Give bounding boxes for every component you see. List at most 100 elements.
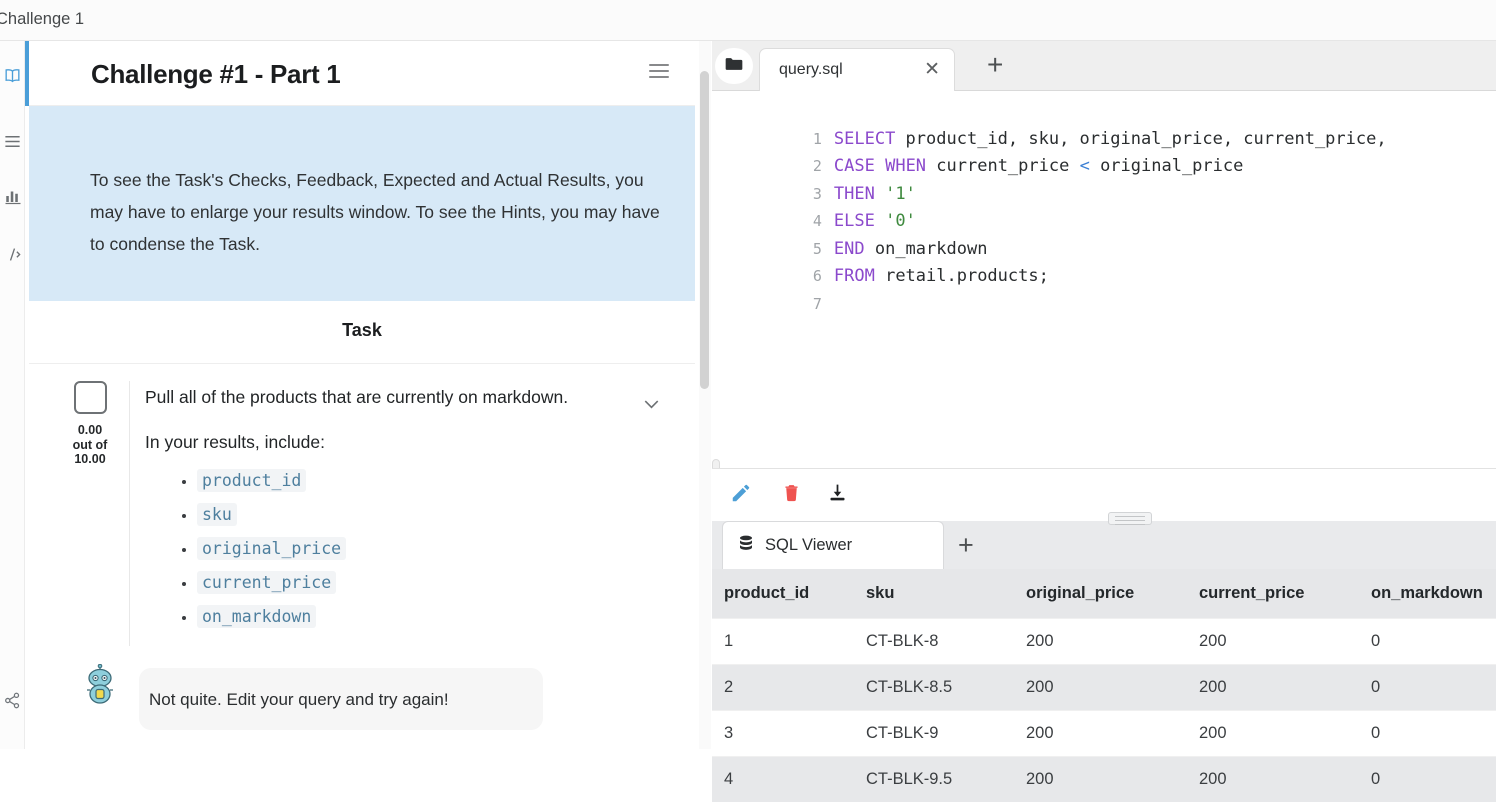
cell-original-price: 200: [1014, 665, 1187, 711]
table-body: 1 CT-BLK-8 200 200 0 2 CT-BLK-8.5 200 20…: [712, 619, 1496, 802]
feedback-text: Not quite. Edit your query and try again…: [149, 690, 449, 710]
task-section-label: Task: [29, 320, 695, 341]
cell-current-price: 200: [1187, 665, 1359, 711]
cell-product-id: 4: [712, 757, 854, 802]
cell-on-markdown: 0: [1359, 757, 1496, 802]
new-viewer-tab-button[interactable]: +: [958, 533, 974, 558]
code-lines: 1SELECT product_id, sku, original_price,…: [712, 91, 1496, 291]
list-item: on_markdown: [197, 607, 675, 626]
tab-label: query.sql: [779, 61, 843, 79]
score-max: 10.00: [74, 452, 105, 466]
new-tab-button[interactable]: +: [987, 51, 1003, 79]
table-row[interactable]: 3 CT-BLK-9 200 200 0: [712, 711, 1496, 757]
editor-resize-handle[interactable]: [712, 459, 720, 468]
cell-sku: CT-BLK-9.5: [854, 757, 1014, 802]
field-name: on_markdown: [197, 605, 316, 628]
field-name: product_id: [197, 469, 306, 492]
top-bar: Challenge 1: [0, 0, 1496, 41]
rail-item-book[interactable]: [0, 61, 25, 89]
table-row[interactable]: 2 CT-BLK-8.5 200 200 0: [712, 665, 1496, 711]
cell-sku: CT-BLK-8.5: [854, 665, 1014, 711]
rail-item-chart[interactable]: [0, 182, 25, 210]
line-number: 3: [794, 181, 822, 209]
chevron-down-icon[interactable]: [640, 392, 663, 420]
tab-query-sql[interactable]: query.sql ✕: [759, 48, 955, 91]
download-button[interactable]: [820, 478, 854, 512]
database-icon: [737, 534, 755, 557]
results-pane: SQL Viewer + product_id sku original_pri…: [712, 521, 1496, 749]
trash-icon: [781, 482, 802, 508]
sql-editor[interactable]: 1SELECT product_id, sku, original_price,…: [712, 91, 1496, 468]
column-header-sku[interactable]: sku: [854, 569, 1014, 619]
editor-results-panel: query.sql ✕ + 1SELECT product_id, sku, o…: [712, 41, 1496, 749]
edit-button[interactable]: [724, 478, 758, 512]
info-banner-text: To see the Task's Checks, Feedback, Expe…: [90, 164, 670, 260]
cell-product-id: 2: [712, 665, 854, 711]
column-header-on-markdown[interactable]: on_markdown: [1359, 569, 1496, 619]
left-icon-rail: [0, 41, 25, 749]
task-score-column: 0.00out of10.00: [53, 381, 127, 467]
results-table: product_id sku original_price current_pr…: [712, 569, 1496, 802]
table-row[interactable]: 1 CT-BLK-8 200 200 0: [712, 619, 1496, 665]
task-subtitle: In your results, include:: [145, 432, 675, 453]
tab-label: SQL Viewer: [765, 536, 852, 555]
rail-item-code[interactable]: [0, 240, 25, 268]
cell-original-price: 200: [1014, 757, 1187, 802]
folder-icon: [724, 54, 744, 79]
column-header-original-price[interactable]: original_price: [1014, 569, 1187, 619]
close-icon[interactable]: ✕: [924, 60, 940, 79]
code-icon: [3, 245, 22, 264]
folder-button[interactable]: [715, 48, 753, 84]
task-panel: Challenge #1 - Part 1 To see the Task's …: [25, 41, 712, 749]
page-title: Challenge #1 - Part 1: [91, 59, 340, 90]
pencil-icon: [730, 482, 752, 509]
score-text: 0.00out of10.00: [53, 423, 127, 467]
cell-on-markdown: 0: [1359, 619, 1496, 665]
delete-button[interactable]: [774, 478, 808, 512]
bot-avatar: [79, 664, 121, 706]
column-header-current-price[interactable]: current_price: [1187, 569, 1359, 619]
required-fields-list: product_id sku original_price current_pr…: [197, 471, 675, 626]
column-header-product-id[interactable]: product_id: [712, 569, 854, 619]
download-icon: [827, 482, 848, 508]
list-item: current_price: [197, 573, 675, 592]
line-number: 2: [794, 153, 822, 181]
list-item: original_price: [197, 539, 675, 558]
task-body: 0.00out of10.00 Pull all of the products…: [29, 364, 695, 749]
rail-item-share[interactable]: [0, 686, 25, 714]
rail-item-list[interactable]: [0, 127, 25, 155]
list-icon: [3, 132, 22, 151]
line-number: 1: [794, 126, 822, 154]
cell-sku: CT-BLK-8: [854, 619, 1014, 665]
cell-on-markdown: 0: [1359, 665, 1496, 711]
cell-current-price: 200: [1187, 757, 1359, 802]
score-value: 0.00: [78, 423, 102, 437]
line-number: 6: [794, 263, 822, 291]
pane-resize-grip[interactable]: [1108, 512, 1152, 525]
table-header-row: product_id sku original_price current_pr…: [712, 569, 1496, 619]
info-banner: To see the Task's Checks, Feedback, Expe…: [29, 106, 695, 301]
task-checkbox[interactable]: [74, 381, 107, 414]
share-nodes-icon: [3, 691, 22, 710]
tab-sql-viewer[interactable]: SQL Viewer: [722, 521, 944, 569]
hamburger-menu-icon[interactable]: [649, 64, 669, 80]
table-row[interactable]: 4 CT-BLK-9.5 200 200 0: [712, 757, 1496, 802]
book-icon: [3, 66, 22, 85]
cell-original-price: 200: [1014, 711, 1187, 757]
task-scrollbar-thumb[interactable]: [700, 71, 709, 389]
cell-on-markdown: 0: [1359, 711, 1496, 757]
task-content: Pull all of the products that are curren…: [145, 384, 675, 641]
field-name: original_price: [197, 537, 346, 560]
breadcrumb[interactable]: Challenge 1: [0, 10, 84, 29]
chart-icon: [4, 187, 22, 205]
field-name: current_price: [197, 571, 336, 594]
line-number: 4: [794, 208, 822, 236]
cell-current-price: 200: [1187, 619, 1359, 665]
cell-product-id: 1: [712, 619, 854, 665]
line-number: 7: [794, 291, 822, 319]
table-header: product_id sku original_price current_pr…: [712, 569, 1496, 619]
editor-tab-bar: query.sql ✕ +: [712, 41, 1496, 91]
task-question: Pull all of the products that are curren…: [145, 384, 675, 410]
cell-sku: CT-BLK-9: [854, 711, 1014, 757]
task-scrollbar-track[interactable]: [699, 41, 711, 749]
